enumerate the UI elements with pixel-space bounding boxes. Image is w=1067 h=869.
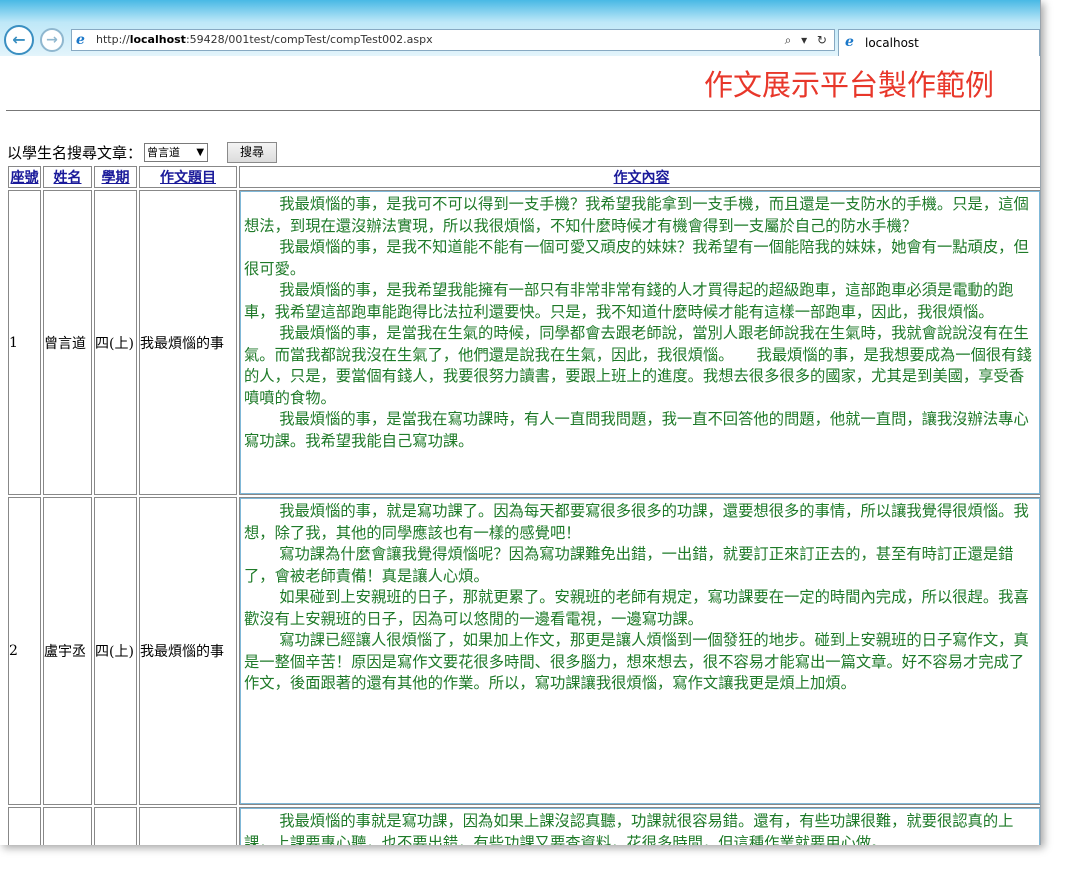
- essay-textbox[interactable]: 我最煩惱的事，就是寫功課了。因為每天都要寫很多很多的功課，還要想很多的事情，所以…: [240, 498, 1040, 804]
- essay-paragraph: 寫功課已經讓人很煩惱了，如果加上作文，那更是讓人煩惱到一個發狂的地步。碰到上安親…: [244, 631, 1029, 692]
- table-row: 2 盧宇丞 四(上) 我最煩惱的事 我最煩惱的事，就是寫功課了。因為每天都要寫很…: [8, 497, 1040, 805]
- header-content[interactable]: 作文內容: [239, 166, 1040, 188]
- forward-arrow-icon: →: [46, 32, 58, 48]
- table-row: 我最煩惱的事就是寫功課，因為如果上課沒認真聽，功課就很容易錯。還有，有些功課很難…: [8, 807, 1040, 845]
- term-cell: [94, 807, 137, 845]
- term-cell: 四(上): [94, 190, 137, 495]
- essay-paragraph: 如果碰到上安親班的日子，那就更累了。安親班的老師有規定，寫功課要在一定的時間內完…: [244, 588, 1029, 628]
- essay-paragraph: 我最煩惱的事，是當我在寫功課時，有人一直問我問題，我一直不回答他的問題，他就一直…: [244, 410, 1029, 450]
- header-term[interactable]: 學期: [94, 166, 137, 188]
- header-topic[interactable]: 作文題目: [139, 166, 237, 188]
- essay-paragraph: 我最煩惱的事，是我可不可以得到一支手機？我希望我能拿到一支手機，而且還是一支防水…: [244, 195, 1029, 235]
- back-button[interactable]: ←: [4, 25, 34, 55]
- seat-cell: 2: [8, 497, 41, 805]
- content-cell: 我最煩惱的事，就是寫功課了。因為每天都要寫很多很多的功課，還要想很多的事情，所以…: [239, 497, 1040, 805]
- url-text: http://localhost:59428/001test/compTest/…: [96, 33, 433, 46]
- content-cell: 我最煩惱的事，是我可不可以得到一支手機？我希望我能拿到一支手機，而且還是一支防水…: [239, 190, 1040, 495]
- essay-paragraph: 寫功課為什麼會讓我覺得煩惱呢？因為寫功課難免出錯，一出錯，就要訂正來訂正去的，甚…: [244, 545, 1014, 585]
- essay-textbox[interactable]: 我最煩惱的事就是寫功課，因為如果上課沒認真聽，功課就很容易錯。還有，有些功課很難…: [240, 808, 1040, 845]
- header-seat[interactable]: 座號: [8, 166, 41, 188]
- essay-table: 座號 姓名 學期 作文題目 作文內容 1 曾言道 四(上) 我最煩惱的事 我最煩…: [6, 164, 1040, 845]
- essay-paragraph: 我最煩惱的事，是我不知道能不能有一個可愛又頑皮的妹妹？我希望有一個能陪我的妹妹，…: [244, 238, 1029, 278]
- back-arrow-icon: ←: [12, 30, 26, 49]
- essay-paragraph: 我最煩惱的事，是當我在生氣的時候，同學都會去跟老師說，當別人跟老師說我在生氣時，…: [244, 324, 1032, 407]
- tab-title: localhost: [865, 36, 919, 50]
- browser-tab[interactable]: e localhost: [838, 29, 1040, 56]
- topic-cell: 我最煩惱的事: [139, 497, 237, 805]
- address-tools-icons[interactable]: ⌕ ▾ ↻: [785, 30, 830, 50]
- address-bar[interactable]: e http://localhost:59428/001test/compTes…: [71, 29, 835, 51]
- student-select-value: 曾言道: [147, 146, 181, 159]
- page-title: 作文展示平台製作範例: [703, 68, 994, 102]
- student-select[interactable]: 曾言道 ▼: [144, 143, 209, 162]
- tab-ie-icon: e: [845, 34, 854, 50]
- ie-page-icon: e: [76, 32, 85, 48]
- seat-cell: [8, 807, 41, 845]
- seat-cell: 1: [8, 190, 41, 495]
- essay-paragraph: 我最煩惱的事就是寫功課，因為如果上課沒認真聽，功課就很容易錯。還有，有些功課很難…: [244, 812, 1014, 845]
- name-cell: [43, 807, 92, 845]
- essay-textbox[interactable]: 我最煩惱的事，是我可不可以得到一支手機？我希望我能拿到一支手機，而且還是一支防水…: [240, 191, 1040, 494]
- name-cell: 曾言道: [43, 190, 92, 495]
- topic-cell: [139, 807, 237, 845]
- page-content: 作文展示平台製作範例 以學生名搜尋文章： 曾言道 ▼ 搜尋 座號 姓名 學期 作文題目…: [0, 56, 1040, 845]
- browser-toolbar: ← → e http://localhost:59428/001test/com…: [0, 0, 1040, 56]
- table-header-row: 座號 姓名 學期 作文題目 作文內容: [8, 166, 1040, 188]
- header-name[interactable]: 姓名: [43, 166, 92, 188]
- title-divider: [6, 110, 1040, 111]
- table-row: 1 曾言道 四(上) 我最煩惱的事 我最煩惱的事，是我可不可以得到一支手機？我希…: [8, 190, 1040, 495]
- name-cell: 盧宇丞: [43, 497, 92, 805]
- content-cell: 我最煩惱的事就是寫功課，因為如果上課沒認真聽，功課就很容易錯。還有，有些功課很難…: [239, 807, 1040, 845]
- browser-window: ← → e http://localhost:59428/001test/com…: [0, 0, 1041, 845]
- search-label: 以學生名搜尋文章：: [7, 144, 143, 162]
- forward-button[interactable]: →: [40, 28, 64, 52]
- search-row: 以學生名搜尋文章： 曾言道 ▼ 搜尋: [7, 142, 278, 164]
- term-cell: 四(上): [94, 497, 137, 805]
- essay-paragraph: 我最煩惱的事，是我希望我能擁有一部只有非常非常有錢的人才買得起的超級跑車，這部跑…: [244, 281, 1014, 321]
- search-button[interactable]: 搜尋: [227, 142, 278, 163]
- topic-cell: 我最煩惱的事: [139, 190, 237, 495]
- essay-paragraph: 我最煩惱的事，就是寫功課了。因為每天都要寫很多很多的功課，還要想很多的事情，所以…: [244, 502, 1029, 542]
- chevron-down-icon: ▼: [196, 147, 205, 158]
